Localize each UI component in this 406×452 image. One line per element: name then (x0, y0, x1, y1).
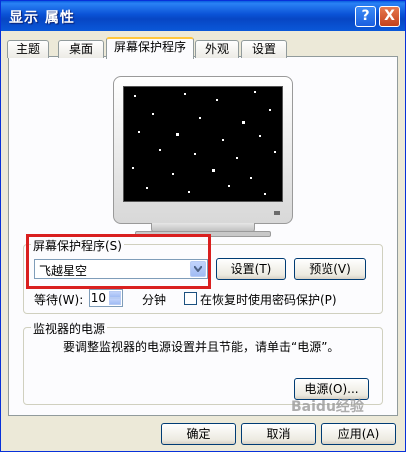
tab-appearance[interactable]: 外观 (195, 40, 239, 58)
preview-screen (123, 86, 283, 202)
settings-button[interactable]: 设置(T) (216, 258, 286, 280)
close-button[interactable]: X (379, 6, 400, 27)
tab-desktop[interactable]: 桌面 (58, 40, 104, 58)
help-button[interactable]: ? (355, 6, 376, 27)
ok-button[interactable]: 确定 (161, 423, 236, 445)
tab-screensaver[interactable]: 屏幕保护程序 (106, 37, 194, 59)
power-description: 要调整监视器的电源设置并且节能，请单击“电源”。 (63, 340, 340, 354)
password-checkbox[interactable] (184, 292, 197, 305)
window-title: 显示 属性 (9, 10, 75, 26)
password-checkbox-label[interactable]: 在恢复时使用密码保护(P) (200, 291, 337, 308)
cancel-button[interactable]: 取消 (241, 423, 316, 445)
power-led (274, 211, 280, 215)
wait-label: 等待(W): (34, 293, 84, 307)
baidu-watermark: Baidu经验 (291, 399, 364, 415)
title-bar[interactable]: 显示 属性 ? X (1, 1, 405, 31)
stepper-down-icon[interactable] (109, 298, 121, 305)
highlight-annotation (26, 234, 211, 289)
wait-value: 10 (90, 291, 106, 305)
stepper-arrows[interactable] (109, 291, 121, 305)
wait-minutes-stepper[interactable]: 10 (89, 289, 123, 307)
apply-button[interactable]: 应用(A) (321, 423, 396, 445)
stepper-up-icon[interactable] (109, 291, 121, 298)
tab-settings[interactable]: 设置 (241, 40, 287, 58)
display-properties-window: 显示 属性 ? X 主题 桌面 屏幕保护程序 外观 设置 屏幕保护程序(S) 飞… (0, 0, 406, 452)
tab-themes[interactable]: 主题 (7, 40, 49, 58)
monitor-preview (113, 76, 293, 224)
wait-unit: 分钟 (142, 293, 167, 307)
preview-button[interactable]: 预览(V) (294, 258, 366, 280)
power-group-label: 监视器的电源 (31, 320, 108, 337)
